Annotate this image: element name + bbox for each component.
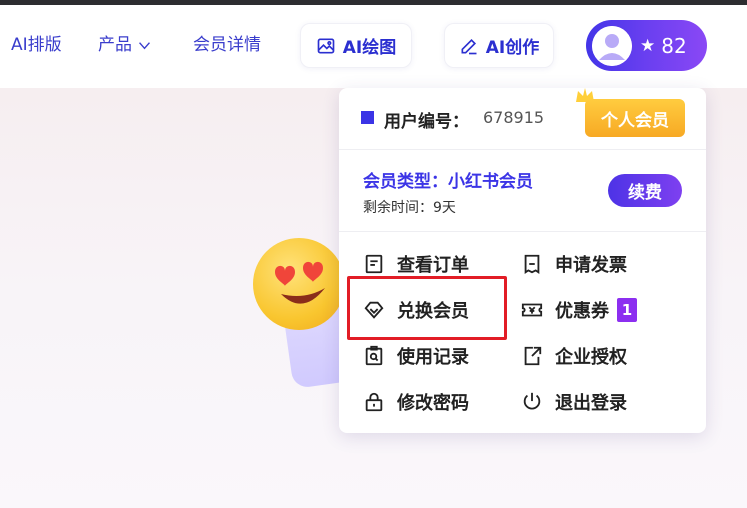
menu-label-coupon: 优惠券 <box>555 301 609 322</box>
coupon-icon <box>521 303 543 317</box>
ai-draw-label: AI绘图 <box>342 38 397 58</box>
user-account-pill[interactable]: ★ 82 <box>586 20 707 71</box>
renew-button[interactable]: 续费 <box>608 174 682 207</box>
star-icon: ★ <box>640 35 656 56</box>
ai-create-button[interactable]: AI创作 <box>444 23 554 68</box>
personal-member-badge: 个人会员 <box>585 99 685 137</box>
chevron-down-icon <box>139 41 150 49</box>
menu-item-enterprise-license[interactable]: 企业授权 <box>521 342 627 370</box>
pen-icon <box>461 38 477 54</box>
coupon-count-badge: 1 <box>617 298 637 322</box>
highlight-annotation-box <box>347 276 507 340</box>
user-id-label: 用户编号： <box>384 112 469 132</box>
menu-item-usage-record[interactable]: 使用记录 <box>363 342 469 370</box>
share-export-icon <box>524 346 542 366</box>
record-search-icon <box>365 345 383 366</box>
menu-label-view-orders: 查看订单 <box>397 255 469 276</box>
image-icon <box>317 38 335 53</box>
menu-label-enterprise: 企业授权 <box>555 347 627 368</box>
nav-ai-layout[interactable]: AI排版 <box>11 34 62 56</box>
nav-product-menu[interactable]: 产品 <box>98 34 153 56</box>
menu-item-invoice[interactable]: 申请发票 <box>521 250 627 278</box>
ai-draw-button[interactable]: AI绘图 <box>300 23 412 68</box>
avatar <box>592 25 632 66</box>
member-type-text: 会员类型：小红书会员 <box>363 172 533 192</box>
menu-label-invoice: 申请发票 <box>555 255 627 276</box>
lock-icon <box>365 392 383 412</box>
user-avatar-icon <box>592 25 632 66</box>
menu-label-password: 修改密码 <box>397 393 469 414</box>
power-icon <box>523 392 541 410</box>
menu-item-view-orders[interactable]: 查看订单 <box>363 250 469 278</box>
menu-item-logout[interactable]: 退出登录 <box>521 388 627 416</box>
square-bullet-icon <box>361 111 374 124</box>
user-id-value: 678915 <box>483 108 545 127</box>
orders-icon <box>365 254 383 274</box>
menu-label-logout: 退出登录 <box>555 393 627 414</box>
nav-member-details[interactable]: 会员详情 <box>193 34 261 56</box>
heart-eyes-emoji-icon <box>253 238 345 330</box>
menu-item-change-password[interactable]: 修改密码 <box>363 388 469 416</box>
member-info-row: 会员类型：小红书会员 剩余时间：9天 续费 <box>339 150 706 232</box>
points-count: 82 <box>661 33 687 58</box>
invoice-icon <box>524 254 540 274</box>
user-dropdown-menu: 用户编号： 678915 个人会员 会员类型：小红书会员 剩余时间：9天 续费 … <box>339 88 706 433</box>
menu-item-coupon[interactable]: 优惠券 1 <box>521 296 637 324</box>
emoji-face-graphic <box>275 261 325 304</box>
menu-label-usage: 使用记录 <box>397 347 469 368</box>
ai-create-label: AI创作 <box>485 38 540 58</box>
nav-product-label: 产品 <box>98 35 132 55</box>
remaining-time-text: 剩余时间：9天 <box>363 200 456 216</box>
user-id-row: 用户编号： 678915 个人会员 <box>339 88 706 150</box>
